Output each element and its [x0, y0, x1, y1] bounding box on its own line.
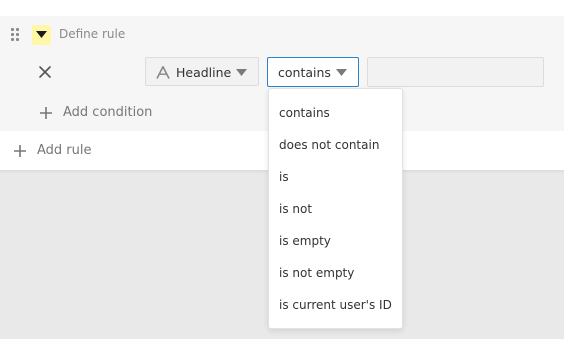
rule-title: Define rule: [59, 27, 126, 41]
chevron-down-icon: [236, 69, 247, 76]
operator-option-is-empty[interactable]: is empty: [269, 225, 402, 257]
operator-option-is-current-users-id[interactable]: is current user's ID: [269, 289, 402, 321]
operator-option-label: is not empty: [279, 266, 355, 280]
operator-option-label: is: [279, 170, 289, 184]
operator-dropdown-menu: contains does not contain is is not is e…: [268, 88, 403, 329]
operator-option-label: is empty: [279, 234, 331, 248]
remove-condition-button[interactable]: [38, 64, 52, 78]
add-condition-label: Add condition: [63, 105, 153, 120]
operator-option-label: contains: [279, 106, 330, 120]
plus-icon: [14, 145, 26, 157]
operator-option-label: is current user's ID: [279, 298, 392, 312]
operator-option-label: does not contain: [279, 138, 380, 152]
top-band: [0, 0, 564, 16]
operator-option-contains[interactable]: contains: [269, 97, 402, 129]
drag-handle-icon[interactable]: [11, 28, 21, 42]
collapse-rule-button[interactable]: [32, 25, 51, 45]
plus-icon: [40, 107, 52, 119]
operator-option-is-not[interactable]: is not: [269, 193, 402, 225]
field-select-label: Headline: [176, 65, 232, 80]
operator-option-does-not-contain[interactable]: does not contain: [269, 129, 402, 161]
caret-down-icon: [36, 31, 47, 38]
operator-option-is-not-empty[interactable]: is not empty: [269, 257, 402, 289]
chevron-down-icon: [336, 69, 347, 76]
operator-select-label: contains: [278, 65, 331, 80]
field-select[interactable]: Headline: [145, 57, 259, 86]
operator-option-label: is not: [279, 202, 313, 216]
close-icon: [39, 66, 51, 78]
operator-option-is[interactable]: is: [269, 161, 402, 193]
condition-value-input[interactable]: [367, 57, 544, 87]
add-rule-label: Add rule: [37, 143, 92, 158]
text-field-icon: [156, 66, 170, 79]
operator-select[interactable]: contains: [267, 57, 359, 87]
